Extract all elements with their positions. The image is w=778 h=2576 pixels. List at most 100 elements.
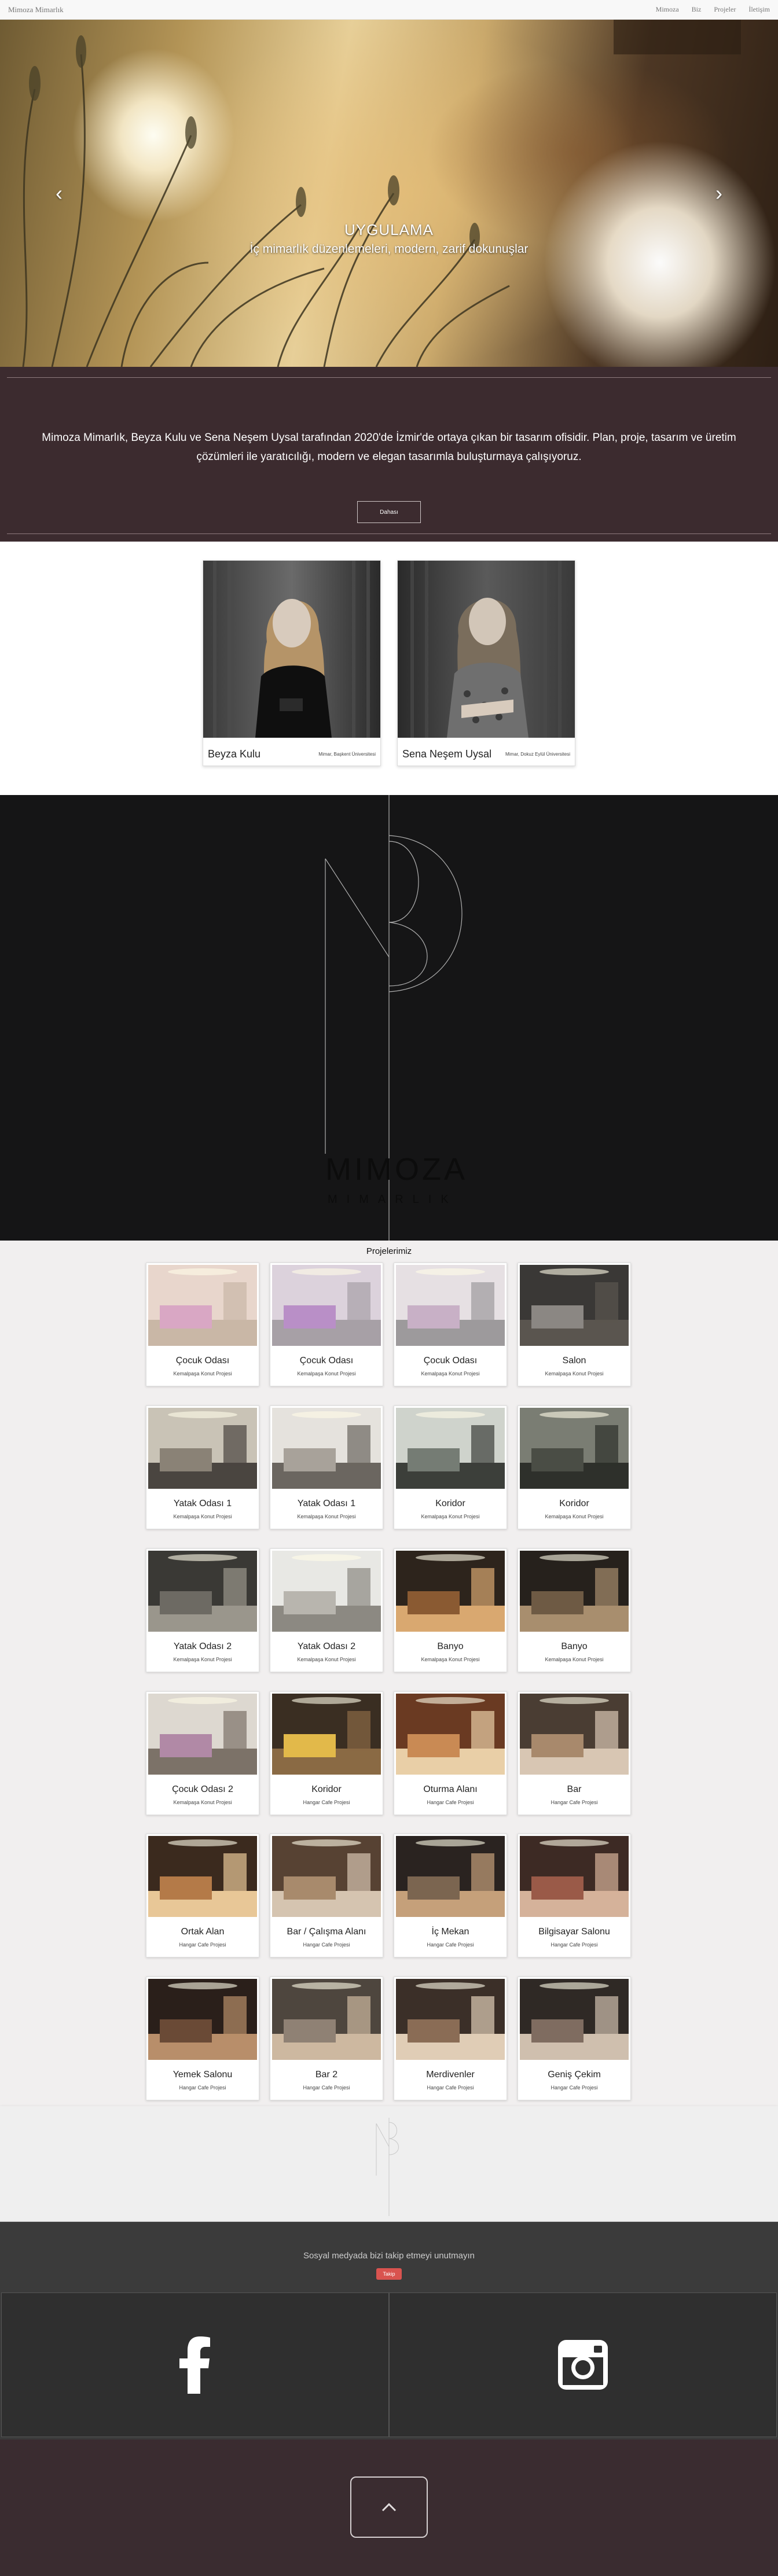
project-photo (272, 1979, 381, 2060)
project-card[interactable]: Yatak Odası 2 Kemalpaşa Konut Projesi (270, 1548, 383, 1672)
project-card[interactable]: Yatak Odası 1 Kemalpaşa Konut Projesi (146, 1405, 259, 1529)
project-subtitle: Kemalpaşa Konut Projesi (173, 1657, 232, 1662)
project-photo (520, 1694, 629, 1775)
member-name: Sena Neşem Uysal (402, 748, 492, 760)
back-to-top-button[interactable] (350, 2476, 428, 2538)
project-title: Bilgisayar Salonu (538, 1927, 610, 1937)
project-subtitle: Kemalpaşa Konut Projesi (421, 1371, 480, 1377)
project-title: Çocuk Odası (299, 1356, 354, 1366)
project-card[interactable]: Banyo Kemalpaşa Konut Projesi (394, 1548, 507, 1672)
project-card[interactable]: Bar 2 Hangar Cafe Projesi (270, 1977, 383, 2100)
project-subtitle: Kemalpaşa Konut Projesi (545, 1371, 604, 1377)
project-photo (148, 1694, 257, 1775)
project-subtitle: Hangar Cafe Projesi (179, 1942, 226, 1948)
project-card[interactable]: Merdivenler Hangar Cafe Projesi (394, 1977, 507, 2100)
project-card[interactable]: Çocuk Odası Kemalpaşa Konut Projesi (146, 1263, 259, 1386)
project-card[interactable]: Geniş Çekim Hangar Cafe Projesi (518, 1977, 631, 2100)
project-subtitle: Hangar Cafe Projesi (303, 1799, 350, 1805)
chevron-right-icon: › (715, 181, 722, 205)
project-subtitle: Kemalpaşa Konut Projesi (421, 1514, 480, 1519)
project-subtitle: Hangar Cafe Projesi (427, 2085, 474, 2091)
project-card[interactable]: Çocuk Odası Kemalpaşa Konut Projesi (270, 1263, 383, 1386)
member-name: Beyza Kulu (208, 748, 261, 760)
project-subtitle: Kemalpaşa Konut Projesi (173, 1371, 232, 1377)
project-title: Salon (562, 1356, 586, 1366)
project-card[interactable]: Bar / Çalışma Alanı Hangar Cafe Projesi (270, 1834, 383, 1957)
project-photo (148, 1265, 257, 1346)
project-title: Çocuk Odası (175, 1356, 230, 1366)
project-card[interactable]: Yatak Odası 1 Kemalpaşa Konut Projesi (270, 1405, 383, 1529)
project-card[interactable]: Banyo Kemalpaşa Konut Projesi (518, 1548, 631, 1672)
project-subtitle: Kemalpaşa Konut Projesi (173, 1799, 232, 1805)
instagram-icon (558, 2340, 608, 2390)
social-text: Sosyal medyada bizi takip etmeyi unutmay… (303, 2251, 475, 2261)
project-title: Koridor (559, 1499, 589, 1508)
project-card[interactable]: İç Mekan Hangar Cafe Projesi (394, 1834, 507, 1957)
project-title: Yatak Odası 1 (173, 1499, 232, 1508)
project-card[interactable]: Çocuk Odası Kemalpaşa Konut Projesi (394, 1263, 507, 1386)
project-subtitle: Hangar Cafe Projesi (551, 1799, 598, 1805)
nav-link-projeler[interactable]: Projeler (714, 5, 736, 14)
project-card[interactable]: Bar Hangar Cafe Projesi (518, 1691, 631, 1815)
project-card[interactable]: Ortak Alan Hangar Cafe Projesi (146, 1834, 259, 1957)
project-card[interactable]: Yemek Salonu Hangar Cafe Projesi (146, 1977, 259, 2100)
project-subtitle: Hangar Cafe Projesi (427, 1799, 474, 1805)
project-subtitle: Hangar Cafe Projesi (303, 2085, 350, 2091)
chevron-up-icon (381, 2503, 397, 2512)
project-subtitle: Kemalpaşa Konut Projesi (173, 1514, 232, 1519)
divider (7, 377, 771, 378)
project-photo (272, 1836, 381, 1917)
project-title: Çocuk Odası 2 (172, 1784, 233, 1794)
project-card[interactable]: Salon Kemalpaşa Konut Projesi (518, 1263, 631, 1386)
member-education: Mimar, Dokuz Eylül Üniversitesi (505, 752, 570, 757)
project-subtitle: Hangar Cafe Projesi (551, 1942, 598, 1948)
project-card[interactable]: Koridor Kemalpaşa Konut Projesi (518, 1405, 631, 1529)
navbar: Mimoza Mimarlık Mimoza Biz Projeler İlet… (0, 0, 778, 20)
project-photo (148, 1408, 257, 1489)
project-title: Bar (567, 1784, 582, 1794)
follow-badge[interactable]: Takip (376, 2268, 402, 2280)
project-title: Banyo (437, 1642, 464, 1651)
logo-subtitle: MIMARLIK (328, 1193, 458, 1206)
more-button[interactable]: Dahası (357, 501, 421, 523)
hero-heading: UYGULAMA (344, 221, 434, 238)
hero-subtitle: İç mimarlık düzenlemeleri, modern, zarif… (249, 242, 529, 256)
project-photo (520, 1836, 629, 1917)
project-title: Yatak Odası 1 (297, 1499, 356, 1508)
project-title: Koridor (435, 1499, 465, 1508)
nav-link-iletisim[interactable]: İletişim (748, 5, 770, 14)
project-photo (520, 1551, 629, 1632)
project-photo (272, 1408, 381, 1489)
project-card[interactable]: Oturma Alanı Hangar Cafe Projesi (394, 1691, 507, 1815)
project-card[interactable]: Koridor Hangar Cafe Projesi (270, 1691, 383, 1815)
divider (7, 533, 771, 534)
project-card[interactable]: Yatak Odası 2 Kemalpaşa Konut Projesi (146, 1548, 259, 1672)
faded-monogram-logo (376, 2118, 399, 2216)
hero-image (22, 20, 741, 367)
chevron-left-icon: ‹ (56, 181, 63, 205)
carousel-prev-button[interactable]: ‹ (47, 176, 71, 211)
project-photo (396, 1408, 505, 1489)
about-text: Mimoza Mimarlık, Beyza Kulu ve Sena Neşe… (23, 428, 755, 466)
project-subtitle: Hangar Cafe Projesi (427, 1942, 474, 1948)
project-card[interactable]: Çocuk Odası 2 Kemalpaşa Konut Projesi (146, 1691, 259, 1815)
carousel-next-button[interactable]: › (707, 176, 731, 211)
project-card[interactable]: Bilgisayar Salonu Hangar Cafe Projesi (518, 1834, 631, 1957)
facebook-link[interactable] (1, 2292, 389, 2437)
project-title: İç Mekan (431, 1927, 469, 1937)
projects-title: Projelerimiz (366, 1246, 412, 1256)
project-title: Yatak Odası 2 (297, 1642, 356, 1651)
project-card[interactable]: Koridor Kemalpaşa Konut Projesi (394, 1405, 507, 1529)
project-photo (520, 1979, 629, 2060)
brand-logo[interactable]: Mimoza Mimarlık (8, 5, 64, 14)
social-section: Sosyal medyada bizi takip etmeyi unutmay… (0, 2222, 778, 2439)
facebook-icon (179, 2336, 210, 2394)
project-subtitle: Hangar Cafe Projesi (551, 2085, 598, 2091)
logo-title: MIMOZA (325, 1152, 468, 1187)
project-photo (396, 1694, 505, 1775)
instagram-link[interactable] (389, 2292, 777, 2437)
project-subtitle: Kemalpaşa Konut Projesi (421, 1657, 480, 1662)
nav-link-biz[interactable]: Biz (692, 5, 702, 14)
nav-link-mimoza[interactable]: Mimoza (656, 5, 679, 14)
project-subtitle: Hangar Cafe Projesi (303, 1942, 350, 1948)
